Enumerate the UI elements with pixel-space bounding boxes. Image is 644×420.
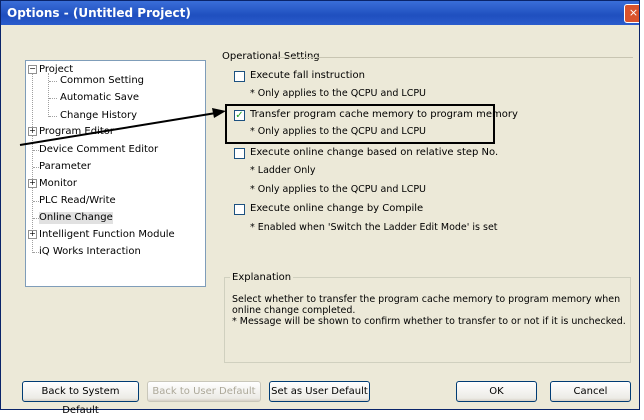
arrow-line <box>19 111 223 146</box>
annotation-arrow <box>19 108 226 146</box>
arrow-head-icon <box>212 108 226 118</box>
